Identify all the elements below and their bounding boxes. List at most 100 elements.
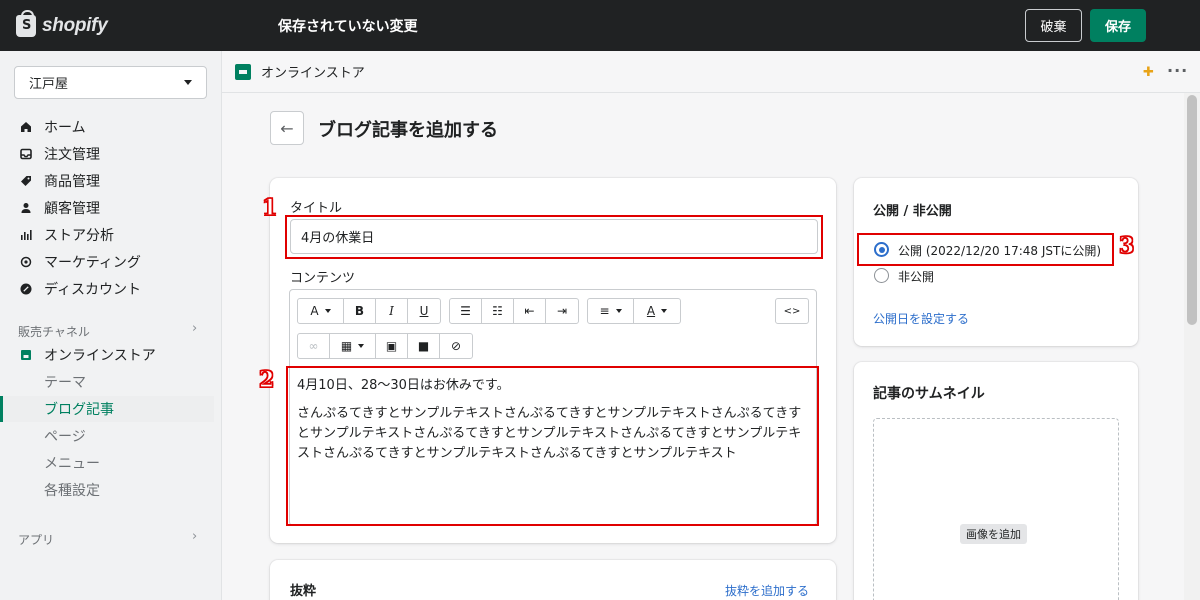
sidebar-item-label: ディスカウント (44, 282, 142, 298)
back-button[interactable]: ← (270, 111, 304, 145)
sidebar-subitem-preferences[interactable]: 各種設定 (44, 480, 100, 500)
caret-down-icon (615, 309, 622, 313)
scrollbar-thumb[interactable] (1187, 95, 1197, 325)
sidebar: 江戸屋 ホーム 注文管理 商品管理 顧客管理 ストア分析 マーケティング ディス… (0, 51, 222, 600)
sidebar-item-label: オンラインストア (44, 348, 156, 364)
sidebar-item-label: 商品管理 (44, 174, 100, 190)
image-icon[interactable]: ▣ (376, 334, 408, 358)
sidebar-item-label: ホーム (44, 120, 86, 136)
sidebar-item-marketing[interactable]: マーケティング (20, 251, 141, 273)
outdent-icon[interactable]: ⇤ (514, 299, 546, 323)
caret-down-icon (358, 344, 365, 348)
visibility-title: 公開 / 非公開 (873, 204, 952, 219)
add-excerpt-link[interactable]: 抜粋を追加する (725, 582, 809, 599)
text-color-icon: A (646, 304, 656, 318)
table-dropdown[interactable]: ▦ (330, 334, 376, 358)
person-icon (21, 203, 31, 213)
arrow-left-icon: ← (280, 118, 294, 138)
content-label: コンテンツ (290, 271, 356, 286)
tag-icon (21, 176, 31, 186)
numbered-list-icon[interactable]: ☷ (482, 299, 514, 323)
chevron-right-icon[interactable]: › (192, 529, 197, 544)
caret-down-icon (324, 309, 331, 313)
discount-icon (20, 283, 32, 295)
discard-button[interactable]: 破棄 (1025, 9, 1082, 42)
more-options-icon[interactable]: ··· (1167, 61, 1188, 80)
italic-button[interactable]: I (376, 299, 408, 323)
sidebar-item-discounts[interactable]: ディスカウント (20, 278, 141, 300)
sidebar-item-analytics[interactable]: ストア分析 (20, 224, 114, 246)
store-selector[interactable]: 江戸屋 (14, 66, 207, 99)
sidebar-item-label: マーケティング (44, 255, 141, 271)
store-name: 江戸屋 (29, 77, 69, 92)
sidebar-subitem-themes[interactable]: テーマ (44, 372, 86, 392)
sidebar-item-home[interactable]: ホーム (20, 116, 86, 138)
html-code-button[interactable]: <> (776, 299, 808, 323)
target-icon (20, 256, 32, 268)
sidebar-item-label: ストア分析 (44, 228, 114, 244)
text-color-dropdown[interactable]: A (634, 299, 680, 323)
table-icon: ▦ (340, 339, 353, 353)
save-button[interactable]: 保存 (1090, 9, 1146, 42)
annotation-box-2 (286, 366, 819, 526)
image-dropzone[interactable] (873, 418, 1119, 600)
excerpt-title: 抜粋 (290, 584, 317, 599)
sidebar-subitem-blog-posts[interactable]: ブログ記事 (44, 399, 114, 419)
annotation-number-2: 2 (258, 366, 275, 393)
add-image-button[interactable]: 画像を追加 (960, 524, 1027, 544)
link-icon[interactable]: ∞ (298, 334, 330, 358)
chevron-down-icon (184, 80, 192, 85)
chevron-right-icon[interactable]: › (192, 321, 197, 336)
font-style-dropdown[interactable]: A (298, 299, 344, 323)
align-left-icon: ≡ (599, 304, 610, 318)
unsaved-changes-title: 保存されていない変更 (278, 19, 418, 35)
online-store-icon (235, 63, 251, 80)
pin-icon[interactable]: ✚ (1143, 65, 1154, 80)
insert-group: ∞ ▦ ▣ ■ ⊘ (297, 333, 473, 359)
text-style-group: A B I U (297, 298, 441, 324)
bullet-list-icon[interactable]: ☰ (450, 299, 482, 323)
set-publish-date-link[interactable]: 公開日を設定する (873, 310, 969, 327)
title-label: タイトル (290, 201, 343, 216)
sidebar-item-orders[interactable]: 注文管理 (20, 143, 100, 165)
caret-down-icon (661, 309, 668, 313)
sidebar-subitem-pages[interactable]: ページ (44, 426, 86, 446)
code-group: <> (775, 298, 809, 324)
channel-bar: オンラインストア ✚ ··· (222, 51, 1200, 93)
list-group: ☰ ☷ ⇤ ⇥ (449, 298, 579, 324)
channel-name: オンラインストア (261, 66, 365, 81)
align-color-group: ≡ A (587, 298, 681, 324)
apps-heading: アプリ (18, 533, 55, 547)
clear-format-icon[interactable]: ⊘ (440, 334, 472, 358)
video-icon[interactable]: ■ (408, 334, 440, 358)
align-dropdown[interactable]: ≡ (588, 299, 634, 323)
page-title: ブログ記事を追加する (318, 120, 498, 141)
bold-button[interactable]: B (344, 299, 376, 323)
sidebar-subitem-menus[interactable]: メニュー (44, 453, 100, 473)
sidebar-item-products[interactable]: 商品管理 (20, 170, 100, 192)
thumbnail-title: 記事のサムネイル (873, 386, 985, 402)
indent-icon[interactable]: ⇥ (546, 299, 578, 323)
scrollbar[interactable] (1184, 93, 1200, 600)
brand-name: shopify (42, 14, 108, 36)
sidebar-item-customers[interactable]: 顧客管理 (20, 197, 100, 219)
hidden-option-label: 非公開 (898, 270, 935, 284)
sidebar-item-label: 注文管理 (44, 147, 100, 163)
store-icon (21, 350, 31, 360)
underline-button[interactable]: U (408, 299, 440, 323)
sales-channel-heading: 販売チャネル (18, 325, 90, 339)
annotation-number-1: 1 (261, 194, 278, 221)
sidebar-item-online-store[interactable]: オンラインストア (20, 344, 156, 366)
bar-chart-icon (21, 230, 32, 240)
sidebar-item-label: 顧客管理 (44, 201, 100, 217)
home-icon (21, 122, 31, 132)
radio-hidden[interactable] (874, 268, 889, 283)
annotation-number-3: 3 (1118, 232, 1135, 259)
annotation-box-1 (285, 215, 823, 259)
top-bar: S shopify 保存されていない変更 破棄 保存 (0, 0, 1200, 51)
font-style-label: A (310, 304, 319, 318)
shopify-bag-icon: S (16, 9, 36, 37)
inbox-icon (20, 148, 32, 160)
shopify-logo[interactable]: S shopify (16, 9, 256, 37)
annotation-box-3 (857, 233, 1114, 266)
